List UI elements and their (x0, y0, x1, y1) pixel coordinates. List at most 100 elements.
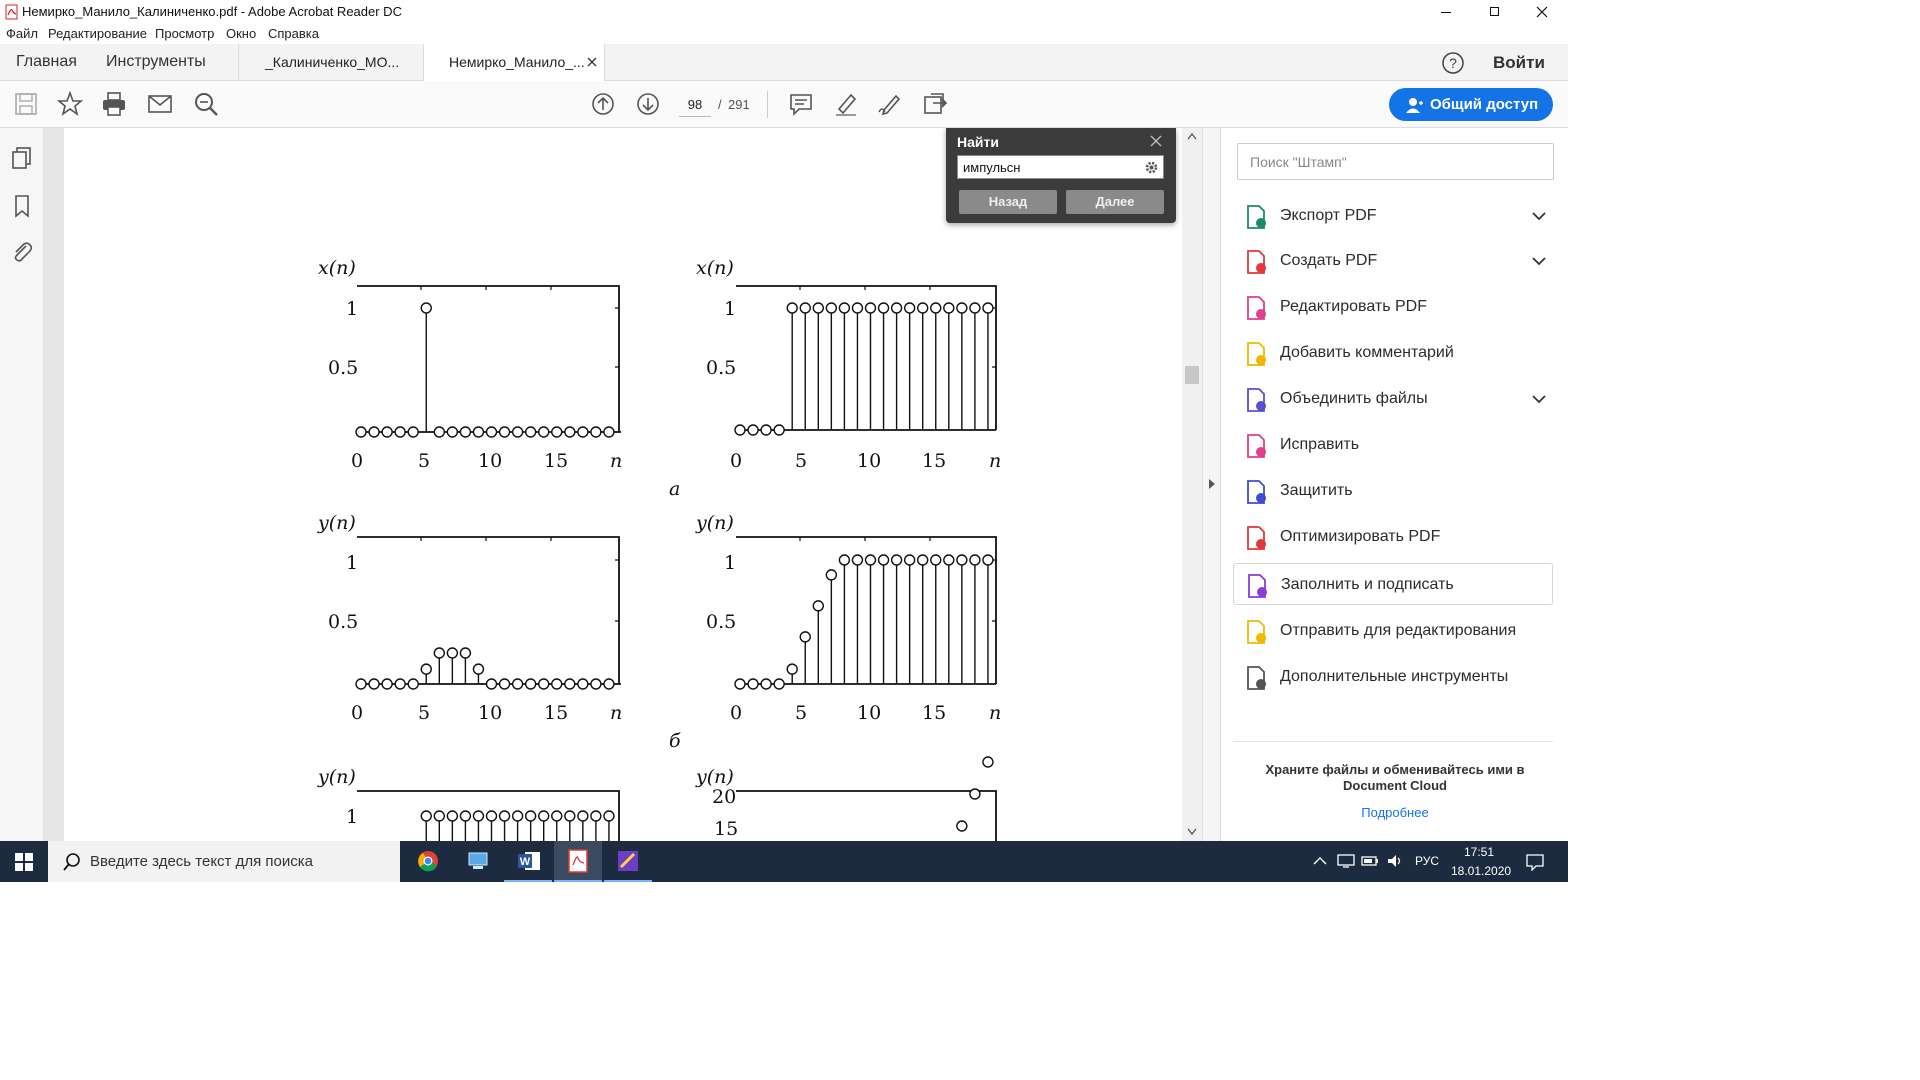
tool-item-combine-files[interactable]: Объединить файлы (1233, 378, 1553, 420)
zoom-search-icon[interactable] (192, 90, 220, 118)
stem-marker (472, 663, 485, 675)
tab-document-2[interactable]: Немирко_Манило_... (423, 44, 605, 81)
page-up-icon[interactable] (589, 90, 617, 118)
menu-edit[interactable]: Редактирование (48, 26, 147, 41)
network-icon[interactable] (1337, 853, 1355, 869)
taskbar-app[interactable] (604, 841, 652, 882)
stem-marker (969, 788, 981, 800)
menu-help[interactable]: Справка (268, 26, 319, 41)
protect-icon (1247, 480, 1266, 504)
star-icon[interactable] (56, 90, 84, 118)
tool-item-fix[interactable]: Исправить (1233, 424, 1553, 466)
page-down-icon[interactable] (634, 90, 662, 118)
stem-marker (603, 678, 615, 690)
comment-icon[interactable] (787, 90, 815, 118)
page-separator: / (718, 97, 722, 112)
tool-item-send-review[interactable]: Отправить для редактирования (1233, 610, 1553, 652)
menu-view[interactable]: Просмотр (155, 26, 214, 41)
close-tab-icon[interactable] (587, 57, 597, 67)
notifications-icon[interactable] (1526, 853, 1544, 871)
stem-marker (446, 810, 459, 822)
language-indicator[interactable]: РУС (1415, 854, 1439, 868)
clock-time[interactable]: 17:51 (1464, 845, 1494, 859)
attachments-icon[interactable] (10, 240, 34, 264)
collapse-panel-strip[interactable] (1202, 128, 1220, 841)
document-viewport[interactable]: x(n) x(n) y(n) y(n) y(n) y(n) 1 0.5 1 0.… (44, 128, 1182, 841)
scroll-down-arrow-icon[interactable] (1187, 828, 1197, 836)
stem-marker (747, 678, 759, 690)
stem-marker (433, 647, 445, 659)
scroll-up-arrow-icon[interactable] (1187, 132, 1197, 140)
help-icon[interactable]: ? (1441, 51, 1465, 75)
tool-search-input[interactable]: Поиск "Штамп" (1237, 143, 1554, 180)
menu-file[interactable]: Файл (6, 26, 38, 41)
taskbar-explorer[interactable] (454, 841, 502, 882)
chevron-down-icon[interactable] (1531, 391, 1547, 407)
chevron-down-icon[interactable] (1531, 208, 1547, 224)
clock-date[interactable]: 18.01.2020 (1451, 864, 1511, 878)
optimize-pdf-icon (1247, 526, 1266, 550)
scroll-thumb[interactable] (1185, 366, 1199, 384)
tool-item-optimize-pdf[interactable]: Оптимизировать PDF (1233, 516, 1553, 558)
tool-item-edit-pdf[interactable]: Редактировать PDF (1233, 286, 1553, 328)
stem-marker (472, 426, 485, 438)
share-button[interactable]: Общий доступ (1389, 88, 1553, 121)
learn-more-link[interactable]: Подробнее (1261, 805, 1529, 820)
document-scrollbar[interactable] (1182, 128, 1202, 841)
find-next-button[interactable]: Далее (1066, 190, 1164, 214)
tool-search-placeholder: Поиск "Штамп" (1250, 154, 1347, 170)
taskbar-chrome[interactable] (404, 841, 452, 882)
stem-marker (459, 426, 472, 438)
stem-marker (982, 302, 994, 314)
page-thumbnails-icon[interactable] (11, 146, 33, 170)
minimize-button[interactable] (1434, 2, 1458, 22)
tool-item-more-tools[interactable]: Дополнительные инструменты (1233, 656, 1553, 698)
taskbar-word[interactable]: W (504, 841, 552, 882)
tool-item-label: Добавить комментарий (1280, 344, 1454, 361)
toolbar-divider (767, 91, 768, 118)
tab-document-1[interactable]: _Калиниченко_МО... (238, 44, 423, 81)
tool-item-create-pdf[interactable]: Создать PDF (1233, 240, 1553, 282)
collapse-right-arrow-icon[interactable] (1207, 478, 1217, 490)
find-title: Найти (957, 134, 999, 150)
page-number-input[interactable]: 98 (679, 93, 711, 117)
battery-icon[interactable] (1361, 853, 1379, 869)
chevron-down-icon[interactable] (1531, 253, 1547, 269)
tray-chevron-up-icon[interactable] (1313, 856, 1327, 866)
close-window-button[interactable] (1530, 2, 1554, 22)
tool-item-export-pdf[interactable]: Экспорт PDF (1233, 195, 1553, 237)
save-icon[interactable] (12, 90, 40, 118)
stem-marker (381, 678, 393, 690)
stem-marker (538, 678, 550, 690)
email-icon[interactable] (146, 90, 174, 118)
window-title: Немирко_Манило_Калиниченко.pdf - Adobe A… (22, 4, 402, 19)
find-input[interactable]: импульсн (957, 155, 1164, 179)
taskbar-acrobat[interactable] (554, 841, 602, 882)
tool-item-comment[interactable]: Добавить комментарий (1233, 332, 1553, 374)
send-for-review-icon[interactable] (921, 90, 949, 118)
chrome-icon (418, 851, 438, 872)
tool-item-fill-sign[interactable]: Заполнить и подписать (1233, 563, 1553, 605)
panel-divider (1233, 741, 1553, 742)
comment-icon (1247, 342, 1266, 366)
windows-start-icon[interactable] (15, 853, 33, 871)
find-prev-button[interactable]: Назад (959, 190, 1057, 214)
sign-in-button[interactable]: Войти (1493, 44, 1545, 81)
tab-home[interactable]: Главная (16, 44, 77, 80)
stem-marker (498, 678, 511, 690)
close-find-icon[interactable] (1150, 135, 1162, 147)
stem-marker (472, 810, 485, 822)
find-settings-gear-icon[interactable] (1144, 160, 1159, 175)
bookmarks-icon[interactable] (12, 194, 32, 218)
plot-4-xtick-n: n (989, 702, 1001, 724)
menu-window[interactable]: Окно (226, 26, 256, 41)
restore-button[interactable] (1482, 2, 1506, 22)
windows-taskbar: Введите здесь текст для поиска W РУС 17:… (0, 841, 1568, 882)
tab-tools[interactable]: Инструменты (106, 44, 206, 80)
highlight-icon[interactable] (832, 90, 860, 118)
volume-icon[interactable] (1386, 853, 1404, 869)
print-icon[interactable] (100, 90, 128, 118)
taskbar-search-box[interactable]: Введите здесь текст для поиска (48, 841, 400, 882)
tool-item-protect[interactable]: Защитить (1233, 470, 1553, 512)
sign-icon[interactable] (876, 90, 904, 118)
